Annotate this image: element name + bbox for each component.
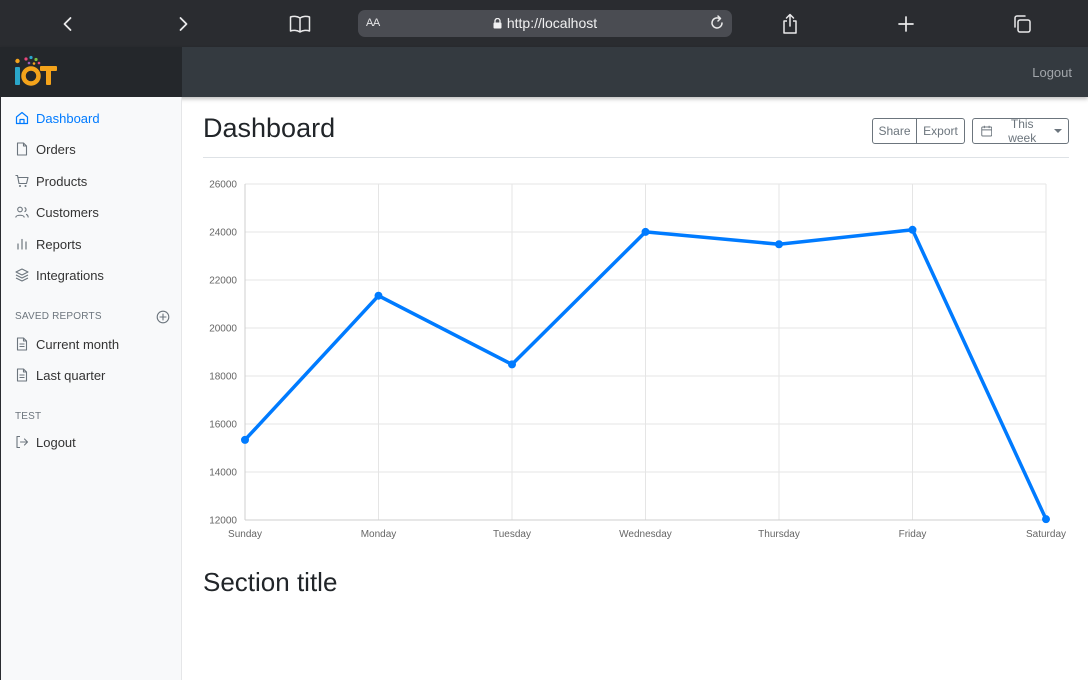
reload-icon[interactable]: [708, 14, 726, 32]
sidebar-item-products[interactable]: Products: [15, 171, 87, 191]
data-point: [908, 225, 917, 234]
url-text: http://localhost: [506, 15, 598, 31]
period-label: This week: [1008, 117, 1037, 145]
sidebar-item-integrations[interactable]: Integrations: [15, 265, 104, 285]
x-tick-label: Sunday: [228, 529, 262, 540]
bar-chart-icon: [17, 238, 27, 250]
x-tick-label: Tuesday: [493, 529, 531, 540]
data-point: [641, 227, 650, 236]
iot-logo: [15, 55, 57, 86]
data-point: [374, 291, 383, 300]
test-heading: Test: [15, 411, 42, 422]
line-chart: 12000 14000 16000 18000 20000 22000 24000 26000…: [209, 180, 1066, 541]
app-navbar: Logout: [0, 47, 1088, 97]
file-text-icon: [16, 368, 28, 382]
log-out-icon: [16, 435, 29, 449]
add-report-icon[interactable]: [156, 310, 170, 324]
sidebar-item-orders[interactable]: Orders: [15, 139, 76, 159]
sidebar-item-label: Dashboard: [36, 110, 100, 126]
y-tick-label: 16000: [209, 420, 237, 431]
sidebar: Dashboard Orders Products Customers Repo…: [0, 97, 182, 680]
navbar-logout-link[interactable]: Logout: [1032, 65, 1072, 80]
file-text-icon: [16, 337, 28, 351]
sidebar-item-label: Products: [36, 173, 88, 189]
y-tick-label: 14000: [209, 468, 237, 479]
y-tick-label: 22000: [209, 276, 237, 287]
calendar-icon: [981, 125, 993, 137]
users-icon: [15, 206, 29, 218]
sidebar-item-label: Integrations: [36, 267, 104, 283]
chevron-down-icon: [1054, 129, 1062, 133]
period-dropdown[interactable]: This week: [972, 117, 1069, 145]
x-tick-label: Saturday: [1026, 529, 1066, 540]
y-tick-label: 20000: [209, 324, 237, 335]
sidebar-item-label: Last quarter: [36, 367, 106, 383]
sidebar-item-last-quarter[interactable]: Last quarter: [15, 365, 105, 385]
share-sheet-icon[interactable]: [774, 8, 806, 40]
sidebar-item-current-month[interactable]: Current month: [15, 334, 119, 354]
header-divider: [203, 157, 1069, 158]
export-button[interactable]: Export: [917, 118, 965, 144]
address-bar[interactable]: AA http://localhost: [358, 10, 732, 37]
home-icon: [15, 111, 29, 125]
sidebar-item-label: Logout: [36, 434, 76, 450]
x-tick-label: Thursday: [758, 529, 800, 540]
lock-icon: [493, 18, 502, 29]
layers-icon: [15, 268, 29, 282]
sidebar-item-dashboard[interactable]: Dashboard: [15, 108, 100, 128]
x-tick-label: Wednesday: [619, 529, 672, 540]
data-point: [1042, 515, 1050, 524]
x-tick-label: Monday: [361, 529, 397, 540]
data-point: [775, 240, 783, 249]
page-title: Dashboard: [203, 113, 336, 143]
x-tick-label: Friday: [899, 529, 927, 540]
share-button[interactable]: Share: [872, 118, 917, 144]
sidebar-item-reports[interactable]: Reports: [15, 234, 82, 254]
sidebar-item-label: Reports: [36, 236, 82, 252]
sidebar-item-label: Orders: [36, 141, 76, 157]
browser-toolbar: AA http://localhost: [0, 0, 1088, 47]
y-tick-label: 18000: [209, 372, 237, 383]
shopping-cart-icon: [15, 174, 29, 187]
saved-reports-heading: Saved reports: [15, 311, 102, 322]
data-point: [508, 360, 516, 369]
file-icon: [16, 142, 28, 156]
y-tick-label: 26000: [209, 180, 237, 191]
tabs-overview-icon[interactable]: [1006, 8, 1038, 40]
brand[interactable]: [0, 47, 182, 97]
back-icon[interactable]: [52, 8, 84, 40]
share-export-group: Share Export: [872, 118, 965, 144]
y-tick-label: 12000: [209, 516, 237, 527]
section-title: Section title: [203, 567, 338, 597]
sidebar-item-label: Current month: [36, 336, 120, 352]
bookmarks-icon[interactable]: [284, 8, 316, 40]
y-tick-label: 24000: [209, 228, 237, 239]
forward-icon[interactable]: [167, 8, 199, 40]
sidebar-item-customers[interactable]: Customers: [15, 202, 99, 222]
data-point: [241, 435, 249, 444]
new-tab-icon[interactable]: [890, 8, 922, 40]
sidebar-item-label: Customers: [36, 204, 99, 220]
sidebar-item-logout[interactable]: Logout: [15, 432, 76, 452]
